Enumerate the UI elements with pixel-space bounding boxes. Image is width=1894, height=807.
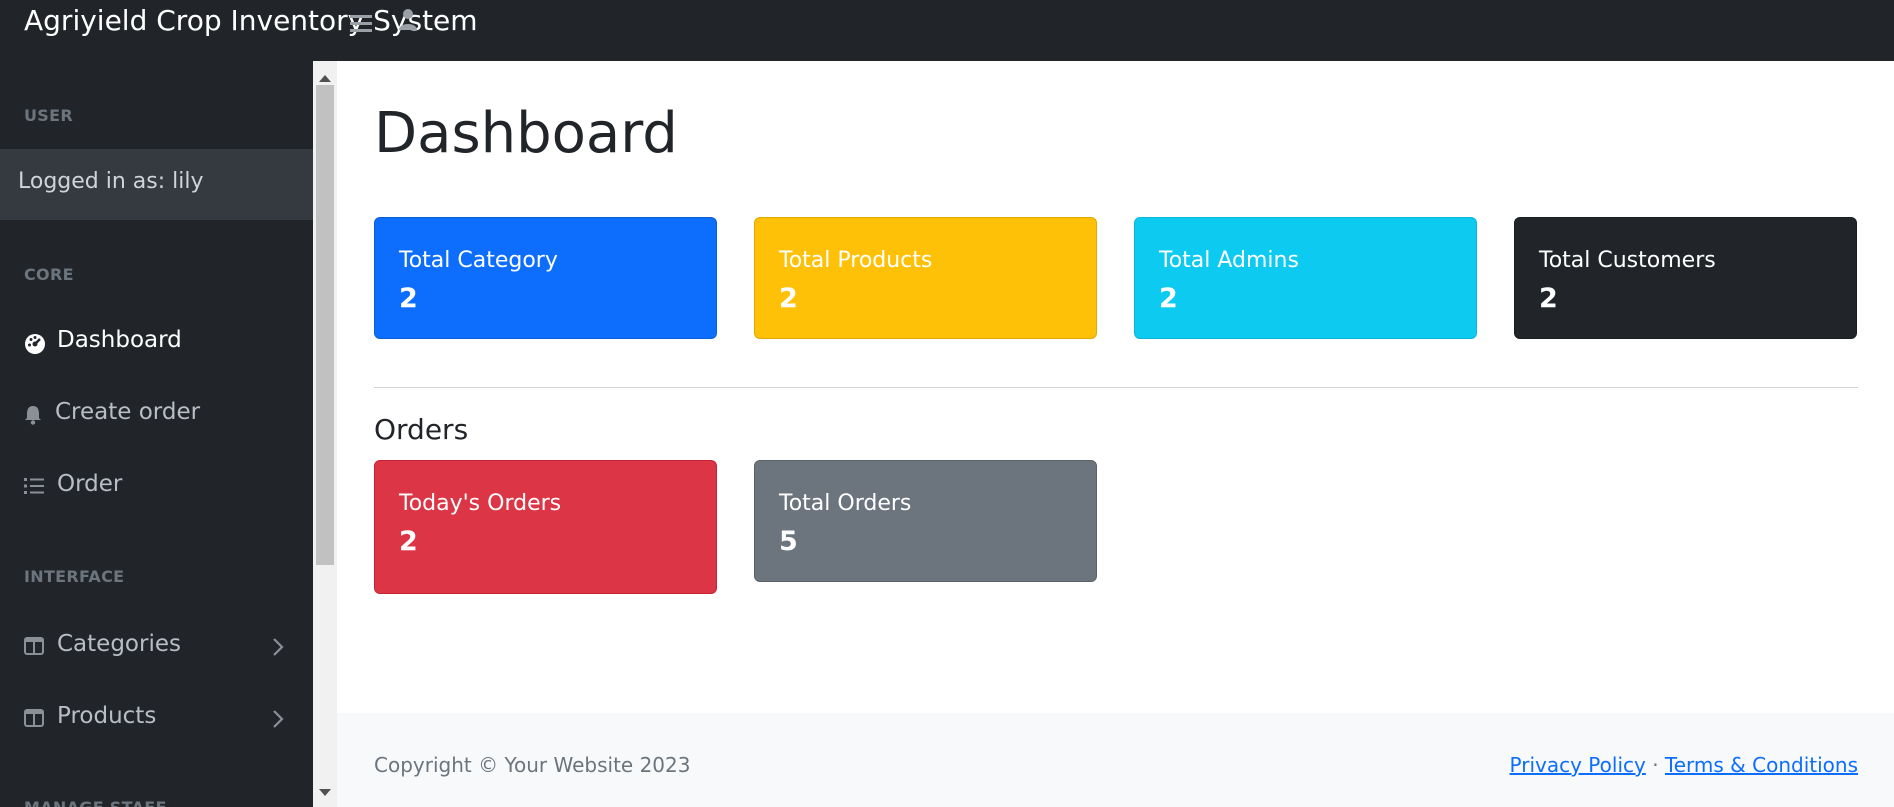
- stat-value: 5: [779, 526, 798, 557]
- columns-icon: [24, 637, 44, 659]
- stat-value: 2: [1539, 283, 1558, 314]
- terms-conditions-link[interactable]: Terms & Conditions: [1665, 753, 1858, 777]
- sidebar-heading-interface: INTERFACE: [24, 567, 125, 586]
- sidebar-scrollbar[interactable]: [313, 61, 337, 807]
- sidebar-item-label: Products: [57, 703, 157, 729]
- stat-label: Total Category: [399, 248, 558, 273]
- stat-card-total-admins[interactable]: Total Admins 2: [1134, 217, 1477, 339]
- columns-icon: [24, 709, 44, 731]
- stat-value: 2: [779, 283, 798, 314]
- footer: Copyright © Your Website 2023 Privacy Po…: [337, 713, 1894, 807]
- sidebar-heading-manage-staff: MANAGE STAFF: [24, 798, 167, 807]
- stat-card-total-products[interactable]: Total Products 2: [754, 217, 1097, 339]
- chevron-right-icon: [272, 709, 284, 733]
- stat-value: 2: [399, 526, 418, 557]
- top-navbar: Agriyield Crop Inventory System: [0, 0, 1894, 61]
- stat-label: Total Customers: [1539, 248, 1716, 273]
- bell-icon: [24, 405, 42, 429]
- scroll-up-arrow-icon[interactable]: [319, 67, 331, 86]
- sidebar-item-label: Dashboard: [57, 327, 182, 353]
- stat-card-total-category[interactable]: Total Category 2: [374, 217, 717, 339]
- sidebar-item-categories[interactable]: Categories: [0, 619, 313, 675]
- sidebar-heading-user: USER: [24, 106, 73, 125]
- chevron-right-icon: [272, 637, 284, 661]
- tachometer-icon: [24, 333, 46, 359]
- sidebar-item-create-order[interactable]: Create order: [0, 387, 313, 443]
- stat-label: Total Admins: [1159, 248, 1299, 273]
- stat-value: 2: [1159, 283, 1178, 314]
- sidebar-toggle-icon[interactable]: [350, 14, 372, 36]
- sidebar: USER Logged in as: lily CORE Dashboard C…: [0, 61, 313, 807]
- page-title: Dashboard: [374, 101, 678, 166]
- scroll-down-arrow-icon[interactable]: [319, 782, 331, 801]
- section-divider: [374, 387, 1858, 388]
- sidebar-item-dashboard[interactable]: Dashboard: [0, 315, 313, 371]
- stat-label: Total Orders: [779, 491, 912, 516]
- sidebar-item-order[interactable]: Order: [0, 459, 313, 515]
- privacy-policy-link[interactable]: Privacy Policy: [1510, 753, 1646, 777]
- stat-value: 2: [399, 283, 418, 314]
- scrollbar-thumb[interactable]: [316, 85, 334, 565]
- sidebar-item-label: Categories: [57, 631, 181, 657]
- logged-in-label: Logged in as: lily: [18, 169, 204, 194]
- orders-section-title: Orders: [374, 413, 469, 446]
- stat-card-total-orders[interactable]: Total Orders 5: [754, 460, 1097, 582]
- sidebar-item-label: Create order: [55, 399, 201, 425]
- sidebar-item-label: Order: [57, 471, 123, 497]
- stat-label: Total Products: [779, 248, 933, 273]
- stat-card-total-customers[interactable]: Total Customers 2: [1514, 217, 1857, 339]
- stat-card-todays-orders[interactable]: Today's Orders 2: [374, 460, 717, 594]
- stat-label: Today's Orders: [399, 491, 562, 516]
- main-content: Dashboard Total Category 2 Total Product…: [337, 61, 1894, 807]
- sidebar-heading-core: CORE: [24, 265, 74, 284]
- footer-links: Privacy Policy · Terms & Conditions: [1510, 753, 1858, 777]
- copyright-text: Copyright © Your Website 2023: [374, 753, 691, 777]
- list-icon: [24, 477, 44, 499]
- footer-separator: ·: [1652, 753, 1659, 777]
- sidebar-item-products[interactable]: Products: [0, 691, 313, 747]
- logged-in-box: Logged in as: lily: [0, 149, 313, 220]
- user-icon[interactable]: [398, 8, 418, 34]
